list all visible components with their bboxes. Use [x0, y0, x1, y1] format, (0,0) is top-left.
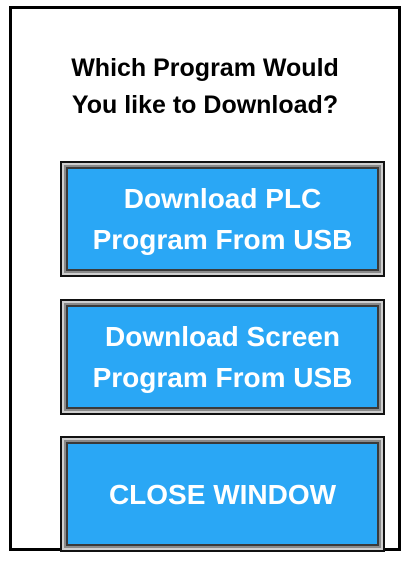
- download-plc-program-button-label: Download PLC Program From USB: [92, 183, 353, 255]
- download-screen-program-button[interactable]: Download Screen Program From USB: [62, 301, 383, 413]
- download-plc-program-button[interactable]: Download PLC Program From USB: [62, 163, 383, 275]
- download-program-dialog: Which Program Would You like to Download…: [9, 6, 401, 551]
- download-screen-program-button-label: Download Screen Program From USB: [92, 321, 353, 393]
- dialog-prompt: Which Program Would You like to Download…: [71, 54, 339, 119]
- close-window-button-label: CLOSE WINDOW: [108, 478, 337, 510]
- close-window-button[interactable]: CLOSE WINDOW: [62, 438, 383, 550]
